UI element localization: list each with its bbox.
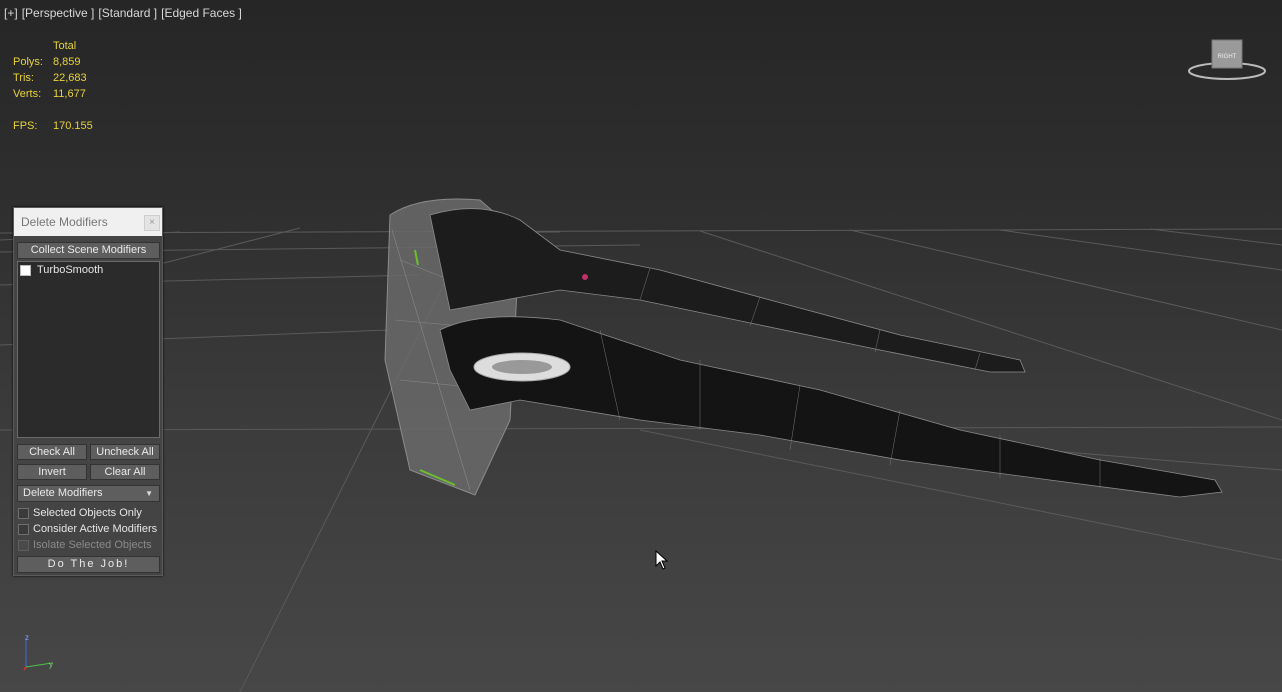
scene-statistics: Total Polys: 8,859 Tris: 22,683 Verts: 11,6… [13, 38, 113, 134]
viewport-menu-plus[interactable]: [+] [4, 6, 18, 20]
check-all-button[interactable]: Check All [17, 444, 87, 460]
viewport-label[interactable]: [+] [Perspective ] [Standard ] [Edged Fa… [4, 6, 242, 20]
stats-fps-label: FPS: [13, 120, 38, 132]
viewport-menu-view[interactable]: [Perspective ] [22, 6, 95, 20]
selected-objects-only-option[interactable]: Selected Objects Only [18, 506, 142, 520]
isolate-selected-objects-option: Isolate Selected Objects [18, 538, 152, 552]
stats-header: Total [53, 40, 77, 52]
modifier-list[interactable]: TurboSmooth [17, 261, 160, 438]
stats-tris-label: Tris: [13, 72, 34, 84]
delete-modifiers-dialog: Delete Modifiers × Collect Scene Modifie… [13, 207, 163, 576]
stats-verts-value: 11,677 [53, 88, 86, 100]
consider-active-modifiers-option[interactable]: Consider Active Modifiers [18, 522, 157, 536]
viewport-menu-shading[interactable]: [Standard ] [98, 6, 157, 20]
isolate-selected-objects-checkbox [18, 539, 29, 551]
mouse-cursor-icon [655, 550, 669, 570]
viewcube-face-label: RIGHT [1218, 54, 1237, 60]
stats-fps-value: 170.155 [53, 120, 93, 132]
viewcube-icon[interactable]: RIGHT [1186, 38, 1268, 84]
selected-objects-only-label: Selected Objects Only [33, 507, 142, 519]
selected-objects-only-checkbox[interactable] [18, 507, 29, 519]
mode-dropdown[interactable]: Delete Modifiers ▼ [17, 485, 160, 502]
stats-tris-value: 22,683 [53, 72, 87, 84]
invert-button[interactable]: Invert [17, 464, 87, 480]
scene-canvas[interactable] [0, 0, 1282, 692]
viewport-menu-display[interactable]: [Edged Faces ] [161, 6, 242, 20]
stats-polys-value: 8,859 [53, 56, 81, 68]
close-icon[interactable]: × [144, 215, 160, 231]
do-the-job-button[interactable]: Do The Job! [17, 556, 160, 573]
axis-y-label: y [49, 660, 53, 669]
mode-dropdown-value: Delete Modifiers [23, 487, 103, 499]
chevron-down-icon: ▼ [145, 489, 153, 498]
consider-active-modifiers-checkbox[interactable] [18, 523, 29, 535]
axis-z-label: z [25, 633, 29, 642]
consider-active-modifiers-label: Consider Active Modifiers [33, 523, 158, 535]
uncheck-all-button[interactable]: Uncheck All [90, 444, 160, 460]
clear-all-button[interactable]: Clear All [90, 464, 160, 480]
axis-tripod-icon: z y [23, 633, 53, 671]
stats-verts-label: Verts: [13, 88, 42, 100]
viewport-perspective[interactable]: [+] [Perspective ] [Standard ] [Edged Fa… [0, 0, 1282, 692]
isolate-selected-objects-label: Isolate Selected Objects [33, 539, 152, 551]
dialog-title-bar[interactable]: Delete Modifiers × [14, 208, 162, 236]
list-item[interactable]: TurboSmooth [18, 262, 159, 278]
modifier-label: TurboSmooth [37, 264, 104, 276]
collect-scene-modifiers-button[interactable]: Collect Scene Modifiers [17, 242, 160, 259]
modifier-checkbox[interactable] [20, 264, 31, 276]
dialog-title: Delete Modifiers [21, 215, 108, 229]
stats-polys-label: Polys: [13, 56, 43, 68]
